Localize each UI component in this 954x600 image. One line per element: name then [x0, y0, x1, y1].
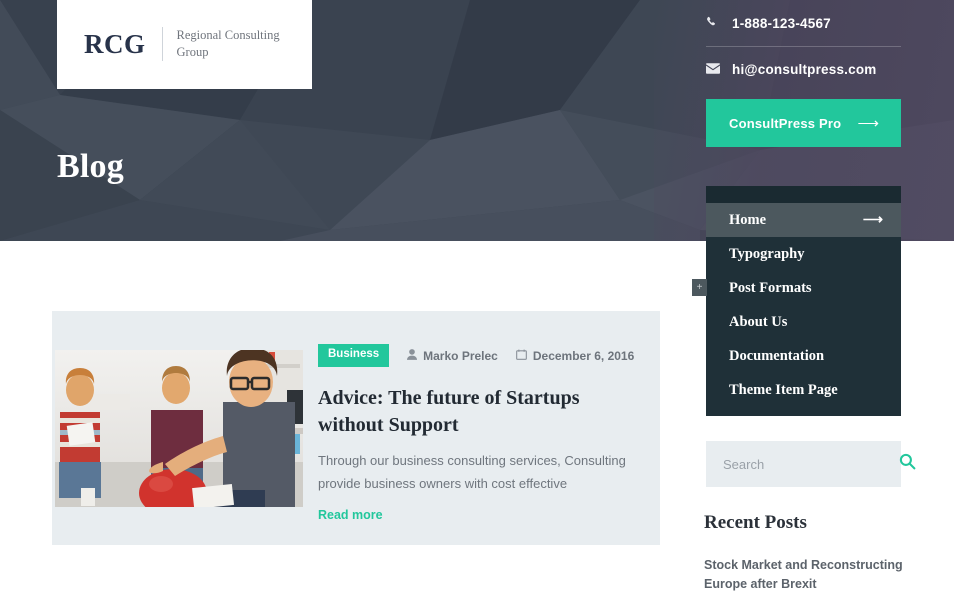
nav-item-about-us[interactable]: About Us [706, 305, 901, 339]
post-meta: Business Marko Prelec December 6, 2016 [318, 344, 638, 367]
nav-item-home[interactable]: Home ⟶ [706, 203, 901, 237]
nav-item-label: Typography [729, 245, 805, 262]
header-contact-block: 1-888-123-4567 hi@consultpress.com [706, 0, 901, 92]
recent-post-link[interactable]: Stock Market and Reconstructing Europe a… [704, 556, 904, 595]
post-card: Business Marko Prelec December 6, 2016 A… [52, 311, 660, 545]
arrow-right-icon: ⟶ [857, 115, 879, 132]
nav-item-documentation[interactable]: Documentation [706, 339, 901, 373]
user-icon [407, 348, 418, 363]
nav-item-label: Documentation [729, 347, 825, 364]
nav-item-label: Home [729, 211, 767, 228]
date-text: December 6, 2016 [532, 348, 635, 363]
recent-posts-heading: Recent Posts [704, 512, 807, 533]
page-title: Blog [57, 148, 124, 185]
calendar-icon [515, 349, 527, 363]
three-people-meeting-photo [55, 350, 303, 507]
nav-item-theme-item-page[interactable]: Theme Item Page [706, 373, 901, 407]
phone-number: 1-888-123-4567 [732, 15, 831, 31]
email-address: hi@consultpress.com [732, 62, 877, 77]
nav-item-label: Theme Item Page [729, 381, 838, 398]
nav-item-typography[interactable]: Typography [706, 237, 901, 271]
nav-item-label: About Us [729, 313, 788, 330]
logo-divider [161, 27, 163, 61]
page-root: RCG Regional Consulting Group Blog 1-888… [0, 0, 954, 600]
post-date: December 6, 2016 [515, 348, 635, 363]
nav-item-label: Post Formats [729, 279, 812, 296]
read-more-link[interactable]: Read more [318, 508, 383, 522]
site-logo[interactable]: RCG Regional Consulting Group [57, 0, 312, 89]
post-excerpt: Through our business consulting services… [318, 453, 626, 491]
category-badge[interactable]: Business [318, 344, 390, 367]
search-widget [706, 441, 916, 487]
consultpress-pro-button[interactable]: ConsultPress Pro ⟶ [706, 99, 901, 147]
search-icon[interactable] [899, 453, 916, 475]
phone-row[interactable]: 1-888-123-4567 [706, 0, 901, 46]
search-input[interactable] [723, 456, 899, 472]
post-title[interactable]: Advice: The future of Startups without S… [318, 385, 638, 438]
arrow-right-icon: ⟶ [862, 212, 883, 228]
cta-label: ConsultPress Pro [729, 115, 842, 131]
author-name: Marko Prelec [423, 348, 498, 363]
phone-icon [706, 16, 732, 31]
post-content: Business Marko Prelec December 6, 2016 A… [318, 344, 638, 524]
nav-item-post-formats[interactable]: + Post Formats [692, 271, 901, 305]
post-thumbnail[interactable] [55, 350, 303, 507]
logo-tagline: Regional Consulting Group [176, 28, 280, 59]
expand-submenu-toggle[interactable]: + [692, 279, 707, 296]
main-navigation: Home ⟶ Typography + Post Formats About U… [692, 186, 901, 416]
nav-top-strip [706, 186, 901, 203]
logo-mark: RCG [84, 28, 146, 59]
envelope-icon [706, 62, 732, 77]
email-row[interactable]: hi@consultpress.com [706, 46, 901, 92]
post-author: Marko Prelec [407, 349, 498, 363]
